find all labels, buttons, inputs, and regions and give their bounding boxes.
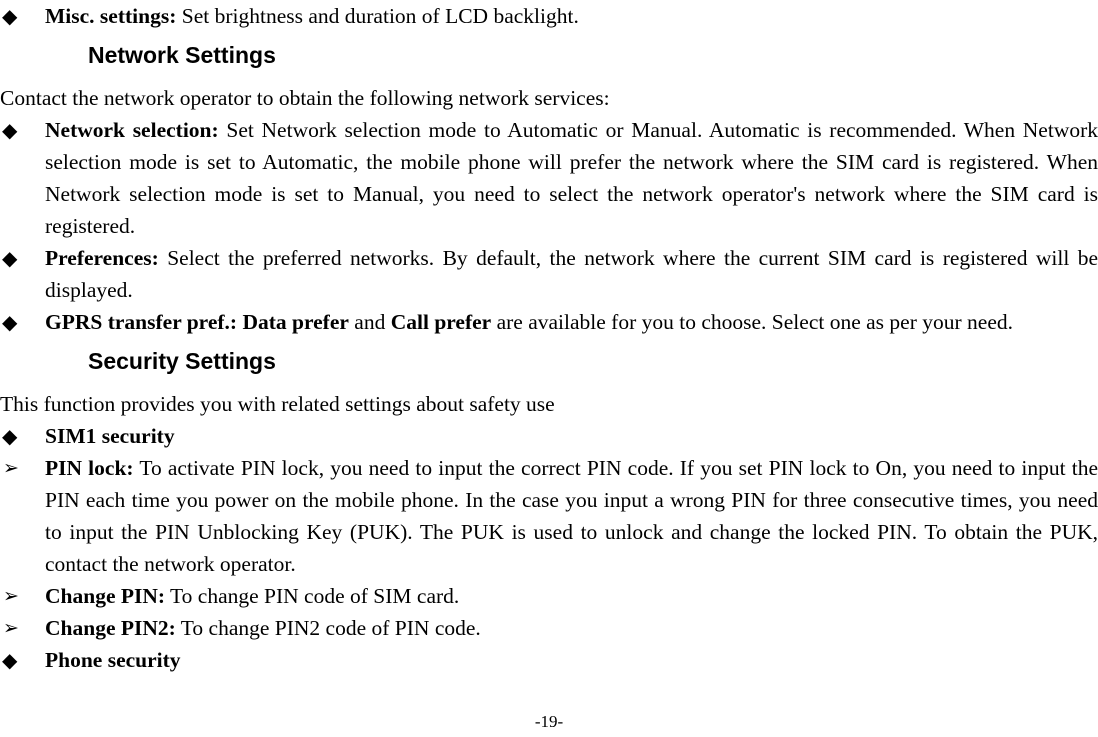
heading-network-settings: Network Settings xyxy=(88,42,276,68)
list-item-change-pin: ➢ Change PIN: To change PIN code of SIM … xyxy=(0,580,1098,612)
heading-security-settings: Security Settings xyxy=(88,348,276,374)
list-item-text: SIM1 security xyxy=(45,420,1098,452)
diamond-bullet-icon: ◆ xyxy=(2,4,18,28)
option-data-prefer: Data prefer xyxy=(242,310,349,334)
term-label: Change PIN2: xyxy=(45,616,176,640)
diamond-bullet-icon: ◆ xyxy=(2,310,18,334)
list-item-phone-security: ◆ Phone security xyxy=(0,644,1098,676)
term-label: Phone security xyxy=(45,648,181,672)
diamond-bullet-icon: ◆ xyxy=(2,424,18,448)
diamond-bullet-icon: ◆ xyxy=(2,246,18,270)
term-description: To change PIN2 code of PIN code. xyxy=(175,616,481,640)
option-call-prefer: Call prefer xyxy=(390,310,492,334)
document-page: ◆ Misc. settings: Set brightness and dur… xyxy=(0,0,1098,737)
term-description: are available for you to choose. Select … xyxy=(491,310,1013,334)
term-label: Preferences: xyxy=(45,246,159,270)
list-item-change-pin2: ➢ Change PIN2: To change PIN2 code of PI… xyxy=(0,612,1098,644)
list-item-misc-settings: ◆ Misc. settings: Set brightness and dur… xyxy=(0,0,1098,32)
list-item-sim1-security: ◆ SIM1 security xyxy=(0,420,1098,452)
term-label: Change PIN: xyxy=(45,584,166,608)
diamond-bullet-icon: ◆ xyxy=(2,648,18,672)
term-description: To activate PIN lock, you need to input … xyxy=(45,456,1098,576)
term-description: Set brightness and duration of LCD backl… xyxy=(176,4,579,28)
list-item-network-selection: ◆ Network selection: Set Network selecti… xyxy=(0,114,1098,242)
paragraph-network-intro: Contact the network operator to obtain t… xyxy=(0,86,610,110)
term-label: Network selection: xyxy=(45,118,219,142)
term-label: Misc. settings: xyxy=(45,4,177,28)
diamond-bullet-icon: ◆ xyxy=(2,118,18,142)
list-item-pin-lock: ➢ PIN lock: To activate PIN lock, you ne… xyxy=(0,452,1098,580)
arrow-bullet-icon: ➢ xyxy=(3,457,19,479)
list-item-text: GPRS transfer pref.: Data prefer and Cal… xyxy=(45,306,1098,338)
list-item-text: Network selection: Set Network selection… xyxy=(45,114,1098,242)
list-item-text: Preferences: Select the preferred networ… xyxy=(45,242,1098,306)
term-description: To change PIN code of SIM card. xyxy=(165,584,460,608)
paragraph-security-intro: This function provides you with related … xyxy=(0,392,555,416)
list-item-text: Phone security xyxy=(45,644,1098,676)
conjunction-text: and xyxy=(348,310,391,334)
list-item-gprs-transfer-pref: ◆ GPRS transfer pref.: Data prefer and C… xyxy=(0,306,1098,338)
list-item-text: Change PIN: To change PIN code of SIM ca… xyxy=(45,580,1098,612)
term-label: SIM1 security xyxy=(45,424,175,448)
arrow-bullet-icon: ➢ xyxy=(3,585,19,607)
page-number: -19- xyxy=(534,712,564,731)
term-label: PIN lock: xyxy=(45,456,134,480)
list-item-preferences: ◆ Preferences: Select the preferred netw… xyxy=(0,242,1098,306)
list-item-text: PIN lock: To activate PIN lock, you need… xyxy=(45,452,1098,580)
term-description: Select the preferred networks. By defaul… xyxy=(45,246,1098,302)
list-item-text: Misc. settings: Set brightness and durat… xyxy=(45,0,1098,32)
list-item-text: Change PIN2: To change PIN2 code of PIN … xyxy=(45,612,1098,644)
term-label: GPRS transfer pref.: xyxy=(45,310,238,334)
arrow-bullet-icon: ➢ xyxy=(3,617,19,639)
